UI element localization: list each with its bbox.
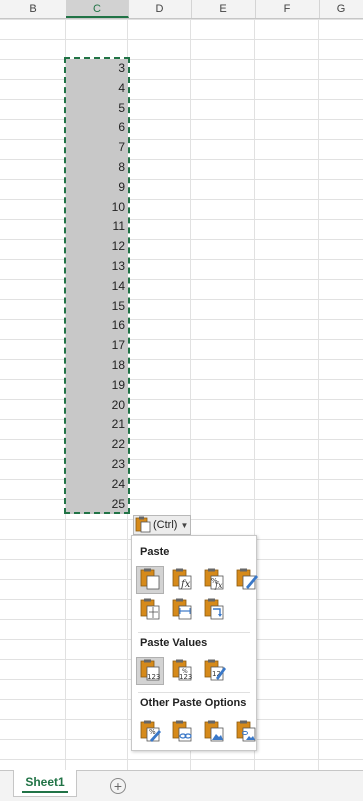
menu-separator [138, 692, 250, 693]
plus-circle-icon[interactable]: + [110, 778, 126, 794]
formatting-icon: % [138, 719, 162, 746]
transpose-option-button[interactable] [200, 596, 228, 624]
keep-column-widths-option-button[interactable] [168, 596, 196, 624]
paste-option-button[interactable] [136, 566, 164, 594]
no-borders-option-button[interactable] [136, 596, 164, 624]
paste-icon [138, 567, 162, 594]
column-header-d[interactable]: D [128, 0, 192, 18]
formulas-option-button[interactable]: fx [168, 566, 196, 594]
values-source-formatting-option-button[interactable]: 12 [200, 657, 228, 685]
keep-source-formatting-option-button[interactable] [232, 566, 260, 594]
paste-options-menu: Paste fx% fx Paste Values 123% 123 12 Other… [131, 535, 260, 751]
paste-link-icon [170, 719, 194, 746]
copy-selection-marquee [64, 57, 130, 514]
linked-picture-icon [234, 719, 258, 746]
svg-text:123: 123 [147, 673, 160, 681]
column-header-c[interactable]: C [66, 0, 129, 18]
picture-icon [202, 719, 226, 746]
values-icon: 123 [138, 658, 162, 685]
paste-options-button[interactable]: (Ctrl) ▼ [133, 515, 191, 535]
svg-text:fx: fx [180, 579, 191, 590]
values-number-formatting-icon: % 123 [170, 658, 194, 685]
transpose-icon [202, 597, 226, 624]
no-borders-icon [138, 597, 162, 624]
svg-text:123: 123 [179, 673, 192, 681]
formulas-icon: fx [170, 567, 194, 594]
clipboard-icon [134, 515, 152, 536]
values-source-formatting-icon: 12 [202, 658, 226, 685]
dropdown-arrow-icon: ▼ [180, 520, 189, 530]
column-header-g[interactable]: G [319, 0, 363, 18]
svg-text:fx: fx [214, 581, 223, 590]
keep-column-widths-icon [170, 597, 194, 624]
paste-section-heading: Paste [140, 546, 170, 558]
column-header-b[interactable]: B [0, 0, 67, 18]
sheet-tab-sheet1[interactable]: Sheet1 [13, 770, 77, 797]
column-header-f[interactable]: F [255, 0, 320, 18]
linked-picture-option-button[interactable] [232, 718, 260, 746]
keep-source-formatting-icon [234, 567, 258, 594]
paste-options-label: (Ctrl) [153, 519, 178, 531]
values-option-button[interactable]: 123 [136, 657, 164, 685]
formatting-option-button[interactable]: % [136, 718, 164, 746]
menu-separator [138, 632, 250, 633]
sheet-tab-bar: Sheet1 + [0, 770, 363, 801]
formulas-number-formatting-icon: % fx [202, 567, 226, 594]
paste-values-section-heading: Paste Values [140, 637, 208, 649]
other-paste-options-heading: Other Paste Options [140, 697, 247, 709]
paste-link-option-button[interactable] [168, 718, 196, 746]
picture-option-button[interactable] [200, 718, 228, 746]
values-number-formatting-option-button[interactable]: % 123 [168, 657, 196, 685]
formulas-number-formatting-option-button[interactable]: % fx [200, 566, 228, 594]
column-header-e[interactable]: E [191, 0, 256, 18]
column-header-bar: B C D E F G [0, 0, 363, 19]
